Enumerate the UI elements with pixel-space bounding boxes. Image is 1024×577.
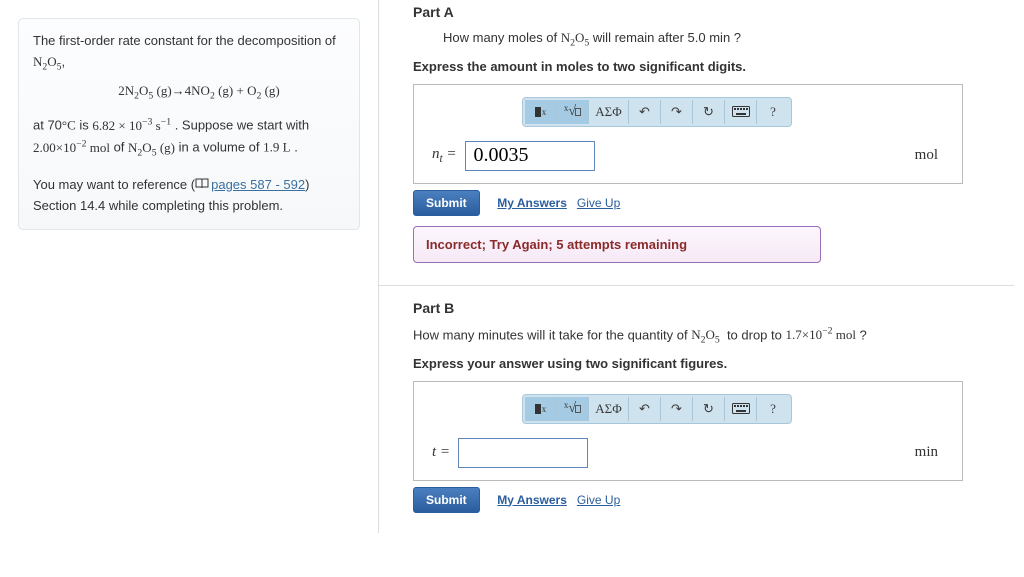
part-b-variable: t = [432, 444, 450, 461]
part-divider [379, 285, 1014, 286]
template-sqrt-icon[interactable]: x√ [557, 397, 589, 421]
help-icon[interactable]: ? [757, 397, 789, 421]
keyboard-icon[interactable] [725, 100, 757, 124]
part-a-unit: mol [915, 147, 944, 164]
intro-box: The first-order rate constant for the de… [18, 18, 360, 230]
redo-icon[interactable]: ↷ [661, 397, 693, 421]
part-b-instruction: Express your answer using two significan… [413, 356, 1014, 371]
intro-reference: You may want to reference (pages 587 - 5… [33, 175, 345, 217]
part-b-give-up-link[interactable]: Give Up [577, 493, 620, 507]
part-b-my-answers-link[interactable]: My Answers [497, 493, 567, 507]
redo-icon[interactable]: ↷ [661, 100, 693, 124]
greek-button[interactable]: ΑΣΦ [589, 100, 629, 124]
intro-line1: The first-order rate constant for the de… [33, 31, 345, 75]
equation-toolbar-b: x x√ ΑΣΦ ↶ ↷ ↻ ? [522, 394, 792, 424]
part-a: Part A How many moles of N2O5 will remai… [413, 4, 1014, 263]
part-b-answer-area: x x√ ΑΣΦ ↶ ↷ ↻ ? t = min [413, 381, 963, 481]
intro-conditions: at 70°C is 6.82 × 10−3 s−1 . Suppose we … [33, 114, 345, 161]
part-b-unit: min [915, 444, 944, 461]
part-a-my-answers-link[interactable]: My Answers [497, 196, 567, 210]
template-rect-icon[interactable]: x [525, 100, 557, 124]
help-icon[interactable]: ? [757, 100, 789, 124]
part-a-eq-row: nt = mol [432, 141, 944, 171]
keyboard-icon[interactable] [725, 397, 757, 421]
part-a-input[interactable] [465, 141, 595, 171]
part-a-instruction: Express the amount in moles to two signi… [413, 59, 1014, 74]
book-icon [195, 175, 209, 196]
part-a-give-up-link[interactable]: Give Up [577, 196, 620, 210]
part-a-variable: nt = [432, 146, 457, 165]
part-a-submit-row: Submit My Answers Give Up [413, 190, 1014, 216]
reference-link[interactable]: pages 587 - 592 [211, 177, 305, 192]
template-rect-icon[interactable]: x [525, 397, 557, 421]
part-b-eq-row: t = min [432, 438, 944, 468]
undo-icon[interactable]: ↶ [629, 397, 661, 421]
part-b-label: Part B [413, 300, 1014, 316]
reset-icon[interactable]: ↻ [693, 397, 725, 421]
part-b-question: How many minutes will it take for the qu… [413, 326, 1014, 346]
problem-intro-panel: The first-order rate constant for the de… [0, 0, 378, 533]
part-b-submit-button[interactable]: Submit [413, 487, 480, 513]
part-b: Part B How many minutes will it take for… [413, 300, 1014, 513]
part-a-feedback: Incorrect; Try Again; 5 attempts remaini… [413, 226, 821, 263]
part-b-submit-row: Submit My Answers Give Up [413, 487, 1014, 513]
intro-equation: 2N2O5 (g)→4NO2 (g) + O2 (g) [53, 81, 345, 104]
part-a-question: How many moles of N2O5 will remain after… [443, 30, 1014, 49]
greek-button[interactable]: ΑΣΦ [589, 397, 629, 421]
undo-icon[interactable]: ↶ [629, 100, 661, 124]
parts-panel: Part A How many moles of N2O5 will remai… [378, 0, 1024, 533]
part-a-label: Part A [413, 4, 1014, 20]
equation-toolbar: x x√ ΑΣΦ ↶ ↷ ↻ ? [522, 97, 792, 127]
template-sqrt-icon[interactable]: x√ [557, 100, 589, 124]
reset-icon[interactable]: ↻ [693, 100, 725, 124]
part-b-input[interactable] [458, 438, 588, 468]
part-a-submit-button[interactable]: Submit [413, 190, 480, 216]
part-a-answer-area: x x√ ΑΣΦ ↶ ↷ ↻ ? nt = mol [413, 84, 963, 184]
